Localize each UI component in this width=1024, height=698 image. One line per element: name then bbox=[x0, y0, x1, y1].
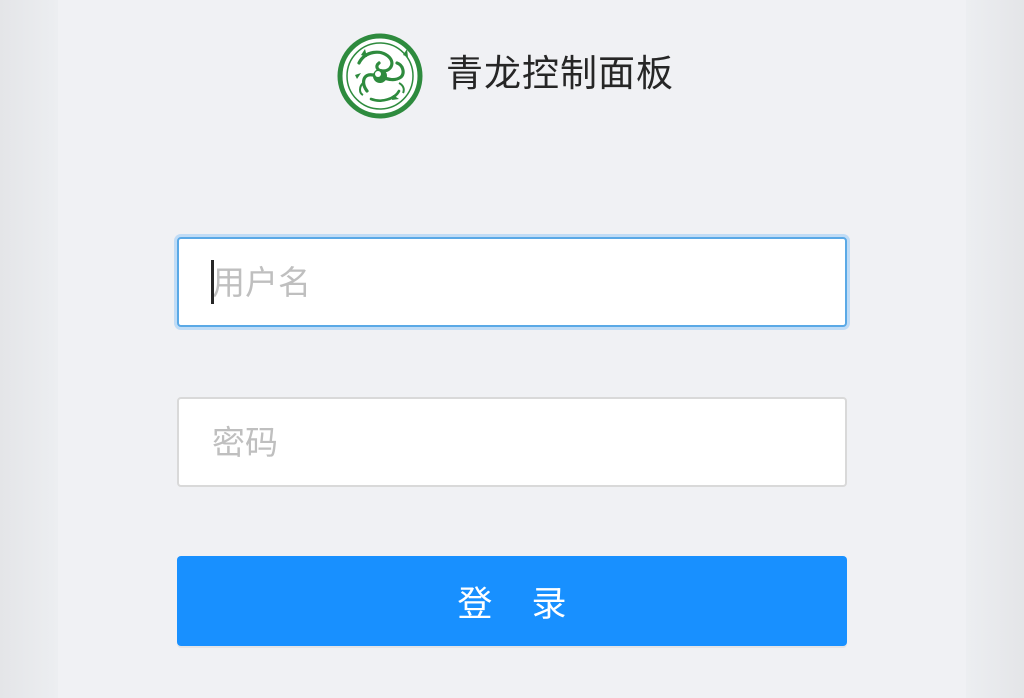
text-caret bbox=[211, 260, 214, 304]
brand-title: 青龙控制面板 bbox=[446, 52, 674, 95]
password-field[interactable] bbox=[177, 397, 847, 487]
login-button[interactable]: 登 录 bbox=[177, 556, 847, 646]
green-dragon-logo-icon bbox=[337, 33, 423, 119]
password-input[interactable] bbox=[179, 399, 845, 485]
brand-header: 青龙控制面板 bbox=[0, 30, 1024, 120]
username-field[interactable] bbox=[177, 237, 847, 327]
username-input[interactable] bbox=[179, 239, 845, 325]
login-page: 青龙控制面板 登 录 bbox=[0, 0, 1024, 698]
